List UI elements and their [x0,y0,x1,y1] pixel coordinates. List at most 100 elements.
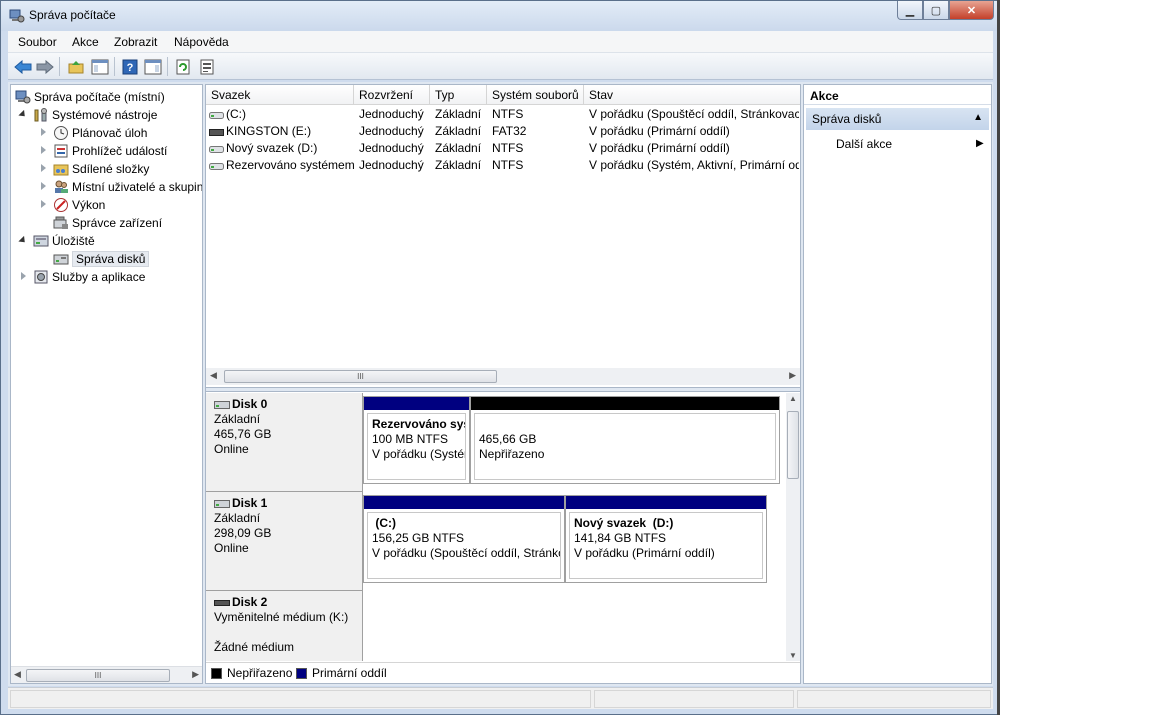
legend-swatch-unallocated [211,668,222,679]
column-header-typ[interactable]: Typ [430,85,487,105]
partition-size: 156,25 GB NTFS [372,531,465,545]
collapse-icon: ▲ [973,112,983,123]
title-bar[interactable]: Správa počítače ▁ ▢ ✕ [1,1,998,31]
expanded-arrow-icon[interactable] [18,109,28,120]
scroll-thumb[interactable]: III [224,370,497,383]
scroll-thumb[interactable]: III [26,669,170,682]
forward-button[interactable] [34,56,55,77]
collapsed-arrow-icon[interactable] [41,128,46,136]
up-one-level-button[interactable] [65,56,86,77]
tree-item-label: Místní uživatelé a skupiny [72,180,203,194]
partition-status: V pořádku (Primární oddíl) [574,546,715,560]
volume-status: V pořádku (Primární oddíl) [589,141,730,155]
partition-bar [566,496,766,509]
show-hide-action-pane-button[interactable] [142,56,163,77]
volume-layout: Jednoduchý [359,124,424,138]
disk-1-info[interactable]: Disk 1 Základní 298,09 GB Online [206,492,363,591]
menu-zobrazit[interactable]: Zobrazit [114,35,157,49]
disk-2-info[interactable]: Disk 2 Vyměnitelné médium (K:) Žádné méd… [206,591,363,661]
partition-unallocated[interactable]: 465,66 GB Nepřiřazeno [470,396,780,484]
volume-row[interactable]: (C:) Jednoduchý Základní NTFS V pořádku (Spo… [206,106,800,123]
collapsed-arrow-icon[interactable] [21,272,26,280]
disk-2-name: Disk 2 [232,595,268,609]
legend-label-unallocated: Nepřiřazeno [227,666,293,680]
disk-0-info[interactable]: Disk 0 Základní 465,76 GB Online [206,393,363,492]
volume-row[interactable]: Rezervováno systémem Jednoduchý Základní NT… [206,157,800,174]
svg-text:?: ? [126,62,133,74]
column-header-stav[interactable]: Stav [584,85,800,105]
volume-name: Nový svazek (D:) [226,141,318,155]
up-folder-icon [68,60,83,73]
disk-0-name: Disk 0 [232,397,268,411]
scroll-down-icon[interactable]: ▼ [789,651,797,660]
partition-reserved[interactable]: Rezervováno sys 100 MB NTFS V pořádku (S… [363,396,470,484]
scroll-thumb[interactable] [787,411,799,479]
volume-name: Rezervováno systémem [226,158,354,172]
disk-0-size: 465,76 GB [214,427,272,441]
actions-section-disk-management[interactable]: Správa disků ▲ [806,108,989,130]
show-hide-tree-button[interactable] [89,56,110,77]
expanded-arrow-icon[interactable] [18,235,28,246]
services-icon [34,270,48,284]
disk-icon [214,499,230,508]
status-bar [8,687,993,709]
show-hide-action-icon [144,59,161,74]
disk-view-vertical-scrollbar[interactable]: ▲ ▼ [786,393,800,661]
back-button[interactable] [12,56,33,77]
partition-title: Nový svazek (D:) [574,516,674,530]
disk-1-state: Online [214,541,249,555]
scroll-left-icon[interactable]: ◀ [210,370,217,381]
volume-list-horizontal-scrollbar[interactable]: ◀ III ▶ [206,368,800,385]
menu-soubor[interactable]: Soubor [18,35,57,49]
toolbar: ? [8,53,993,80]
scroll-right-icon[interactable]: ▶ [192,669,199,680]
partition-bar [364,496,564,509]
scroll-left-icon[interactable]: ◀ [14,669,21,680]
more-actions-label: Další akce [836,137,893,151]
partition-details: Nový svazek (D:) 141,84 GB NTFS V pořádk… [569,512,763,579]
collapsed-arrow-icon[interactable] [41,200,46,208]
volume-row[interactable]: Nový svazek (D:) Jednoduchý Základní NTFS V … [206,140,800,157]
show-hide-tree-icon [91,59,108,74]
more-actions-item[interactable]: Další akce [836,137,892,151]
menu-akce[interactable]: Akce [72,35,99,49]
drive-icon [209,163,224,170]
collapsed-arrow-icon[interactable] [41,164,46,172]
properties-button[interactable] [196,56,217,77]
minimize-button[interactable]: ▁ [897,1,923,20]
collapsed-arrow-icon[interactable] [41,146,46,154]
refresh-button[interactable] [172,56,193,77]
volume-filesystem: NTFS [492,158,524,172]
column-header-svazek[interactable]: Svazek [206,85,354,105]
volume-filesystem: NTFS [492,107,524,121]
column-header-system-souboru[interactable]: Systém souborů [487,85,584,105]
scroll-up-icon[interactable]: ▲ [789,394,797,403]
partition-details: Rezervováno sys 100 MB NTFS V pořádku (S… [367,413,466,480]
pane-splitter[interactable] [206,387,800,392]
tree-item-label: Systémové nástroje [52,108,158,122]
performance-icon [54,198,68,212]
menu-napoveda[interactable]: Nápověda [174,35,229,49]
close-button[interactable]: ✕ [949,1,994,20]
maximize-button[interactable]: ▢ [923,1,949,20]
scroll-right-icon[interactable]: ▶ [789,370,796,381]
partition-c[interactable]: (C:) 156,25 GB NTFS V pořádku (Spouštěcí… [363,495,565,583]
partition-d[interactable]: Nový svazek (D:) 141,84 GB NTFS V pořádk… [565,495,767,583]
tree-item-label: Sdílené složky [72,162,150,176]
collapsed-arrow-icon[interactable] [41,182,46,190]
partition-bar [364,397,469,410]
actions-pane: Akce Správa disků ▲ Další akce ▶ [803,84,992,684]
volume-row[interactable]: KINGSTON (E:) Jednoduchý Základní FAT32 V po… [206,123,800,140]
disk-2-type: Vyměnitelné médium (K:) [214,610,349,624]
tree-horizontal-scrollbar[interactable]: ◀ III ▶ [11,666,202,683]
computer-management-window: Správa počítače ▁ ▢ ✕ Soubor Akce Zobraz… [0,0,999,715]
content-area: Správa počítače (místní) Systémové nástro… [8,82,993,686]
disk-0-state: Online [214,442,249,456]
help-button[interactable]: ? [119,56,140,77]
disk-2-state: Žádné médium [214,640,295,654]
actions-section-label: Správa disků [812,112,882,126]
column-header-rozvrzeni[interactable]: Rozvržení [354,85,430,105]
window-title: Správa počítače [29,8,116,22]
menu-bar: Soubor Akce Zobrazit Nápověda [8,31,993,53]
volume-list-header: Svazek Rozvržení Typ Systém souborů Stav [206,85,800,105]
